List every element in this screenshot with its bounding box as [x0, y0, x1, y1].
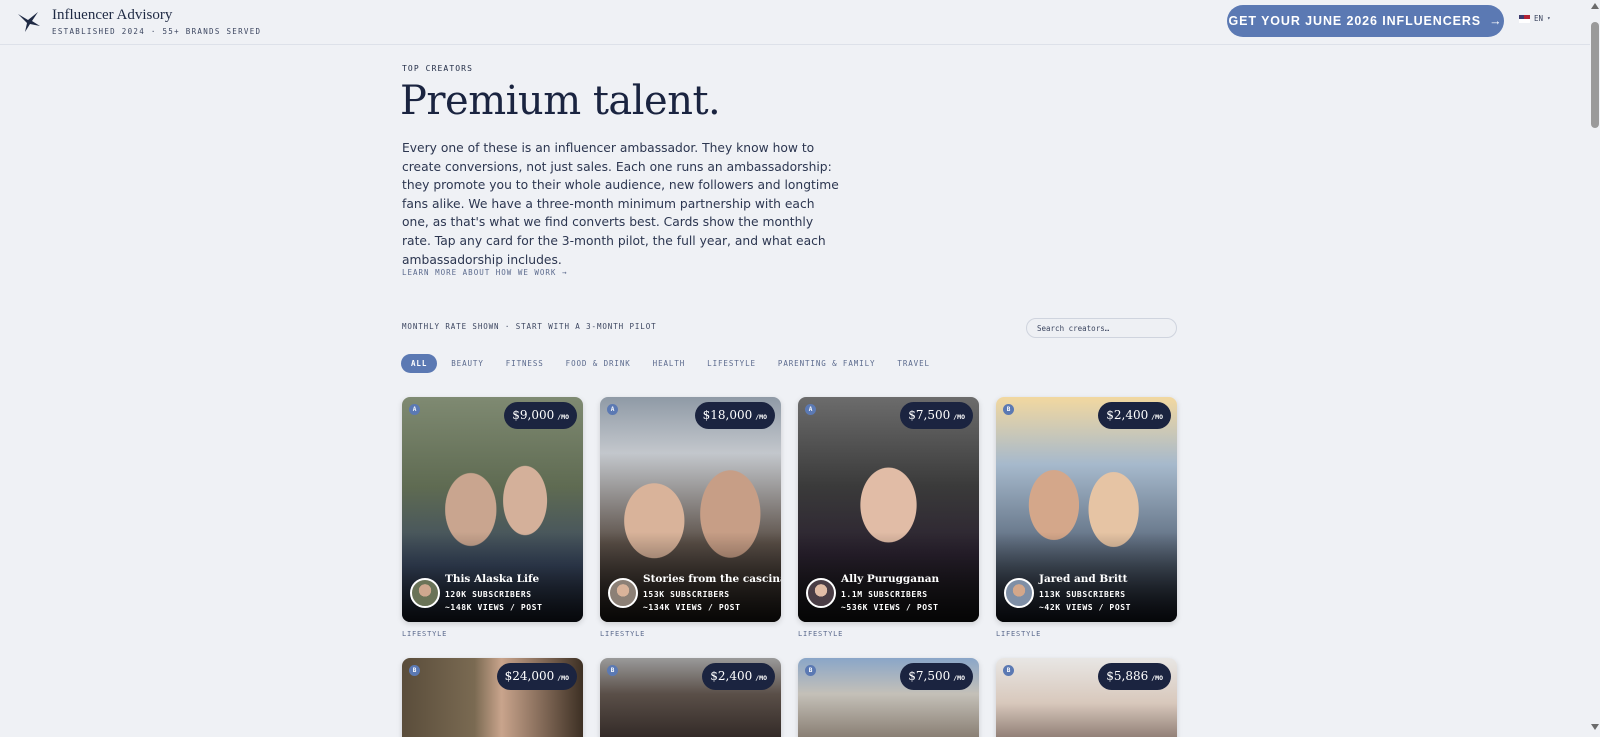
- price-unit: /MO: [755, 674, 767, 682]
- creator-category: LIFESTYLE: [600, 630, 646, 638]
- chevron-down-icon: ▾: [1547, 15, 1551, 22]
- creator-card[interactable]: B $7,500/MO: [798, 658, 979, 737]
- filter-chip-beauty[interactable]: BEAUTY: [451, 359, 484, 368]
- creator-card[interactable]: A $18,000/MO Stories from the cascina 15…: [600, 397, 781, 622]
- brand-name[interactable]: Influencer Advisory: [52, 7, 172, 24]
- creator-card[interactable]: B $24,000/MO: [402, 658, 583, 737]
- creator-name: Stories from the cascina: [643, 573, 781, 585]
- avatar: [1004, 578, 1034, 608]
- price-badge: $5,886/MO: [1098, 663, 1171, 690]
- filter-chip-all[interactable]: ALL: [401, 354, 438, 373]
- creator-card[interactable]: B $2,400/MO Jared and Britt 113K SUBSCRI…: [996, 397, 1177, 622]
- cta-label: GET YOUR JUNE 2026 INFLUENCERS: [1228, 14, 1482, 28]
- intro-paragraph: Every one of these is an influencer amba…: [402, 141, 839, 267]
- price-amount: $9,000: [512, 408, 555, 422]
- avatar: [608, 578, 638, 608]
- price-badge: $24,000/MO: [496, 663, 577, 690]
- filter-chip-food-drink[interactable]: FOOD & DRINK: [566, 359, 631, 368]
- creator-card[interactable]: B $5,886/MO: [996, 658, 1177, 737]
- price-badge: $9,000/MO: [504, 402, 577, 429]
- price-badge: $2,400/MO: [702, 663, 775, 690]
- filter-chip-travel[interactable]: TRAVEL: [897, 359, 930, 368]
- price-unit: /MO: [953, 413, 965, 421]
- views-per-post: ~148K VIEWS / POST: [445, 603, 543, 612]
- price-badge: $7,500/MO: [900, 663, 973, 690]
- price-unit: /MO: [557, 674, 569, 682]
- page-scrollbar[interactable]: [1590, 0, 1600, 737]
- price-amount: $2,400: [710, 669, 753, 683]
- price-badge: $18,000/MO: [694, 402, 775, 429]
- subscriber-count: 1.1M SUBSCRIBERS: [841, 590, 928, 599]
- filter-chip-fitness[interactable]: FITNESS: [506, 359, 544, 368]
- price-badge: $2,400/MO: [1098, 402, 1171, 429]
- tier-badge: B: [409, 665, 420, 676]
- subscriber-count: 120K SUBSCRIBERS: [445, 590, 532, 599]
- subscriber-count: 153K SUBSCRIBERS: [643, 590, 730, 599]
- site-header: Influencer Advisory ESTABLISHED 2024 · 5…: [0, 0, 1590, 45]
- get-influencers-button[interactable]: GET YOUR JUNE 2026 INFLUENCERS →: [1227, 5, 1504, 37]
- creator-category: LIFESTYLE: [402, 630, 448, 638]
- price-amount: $7,500: [908, 669, 951, 683]
- us-flag-icon: [1519, 14, 1530, 23]
- section-eyebrow: TOP CREATORS: [402, 64, 473, 73]
- views-per-post: ~536K VIEWS / POST: [841, 603, 939, 612]
- price-unit: /MO: [557, 413, 569, 421]
- arrow-right-icon: →: [1489, 14, 1503, 28]
- creator-card[interactable]: A $7,500/MO Ally Purugganan 1.1M SUBSCRI…: [798, 397, 979, 622]
- language-selector[interactable]: EN ▾: [1519, 14, 1551, 23]
- filter-chip-parenting-family[interactable]: PARENTING & FAMILY: [778, 359, 875, 368]
- price-amount: $18,000: [702, 408, 753, 422]
- creator-name: This Alaska Life: [445, 573, 540, 585]
- tier-badge: B: [1003, 404, 1014, 415]
- creator-name: Jared and Britt: [1039, 573, 1128, 585]
- creator-card[interactable]: A $9,000/MO This Alaska Life 120K SUBSCR…: [402, 397, 583, 622]
- views-per-post: ~134K VIEWS / POST: [643, 603, 741, 612]
- avatar: [806, 578, 836, 608]
- learn-more-link[interactable]: LEARN MORE ABOUT HOW WE WORK →: [402, 268, 567, 277]
- search-creators-input[interactable]: [1026, 318, 1177, 338]
- creator-name: Ally Purugganan: [841, 573, 940, 585]
- tier-badge: B: [607, 665, 618, 676]
- price-amount: $2,400: [1106, 408, 1149, 422]
- tier-badge: A: [607, 404, 618, 415]
- price-unit: /MO: [1151, 413, 1163, 421]
- language-label: EN: [1534, 14, 1544, 23]
- brand-tagline: ESTABLISHED 2024 · 55+ BRANDS SERVED: [52, 27, 262, 36]
- creator-category: LIFESTYLE: [996, 630, 1042, 638]
- price-amount: $24,000: [504, 669, 555, 683]
- hummingbird-logo-icon[interactable]: [16, 8, 42, 34]
- category-filter-bar: ALL BEAUTY FITNESS FOOD & DRINK HEALTH L…: [401, 354, 952, 373]
- scroll-up-arrow-icon[interactable]: [1591, 3, 1599, 9]
- scroll-down-arrow-icon[interactable]: [1591, 724, 1599, 730]
- price-amount: $5,886: [1106, 669, 1149, 683]
- tier-badge: A: [409, 404, 420, 415]
- price-unit: /MO: [755, 413, 767, 421]
- price-unit: /MO: [1151, 674, 1163, 682]
- page-title: Premium talent.: [400, 78, 721, 124]
- filter-chip-lifestyle[interactable]: LIFESTYLE: [707, 359, 756, 368]
- tier-badge: A: [805, 404, 816, 415]
- price-amount: $7,500: [908, 408, 951, 422]
- views-per-post: ~42K VIEWS / POST: [1039, 603, 1132, 612]
- scroll-thumb[interactable]: [1591, 22, 1599, 128]
- price-badge: $7,500/MO: [900, 402, 973, 429]
- tier-badge: B: [805, 665, 816, 676]
- tier-badge: B: [1003, 665, 1014, 676]
- price-unit: /MO: [953, 674, 965, 682]
- rate-note: MONTHLY RATE SHOWN · START WITH A 3-MONT…: [402, 322, 657, 331]
- subscriber-count: 113K SUBSCRIBERS: [1039, 590, 1126, 599]
- filter-chip-health[interactable]: HEALTH: [653, 359, 686, 368]
- avatar: [410, 578, 440, 608]
- creator-card[interactable]: B $2,400/MO: [600, 658, 781, 737]
- creator-category: LIFESTYLE: [798, 630, 844, 638]
